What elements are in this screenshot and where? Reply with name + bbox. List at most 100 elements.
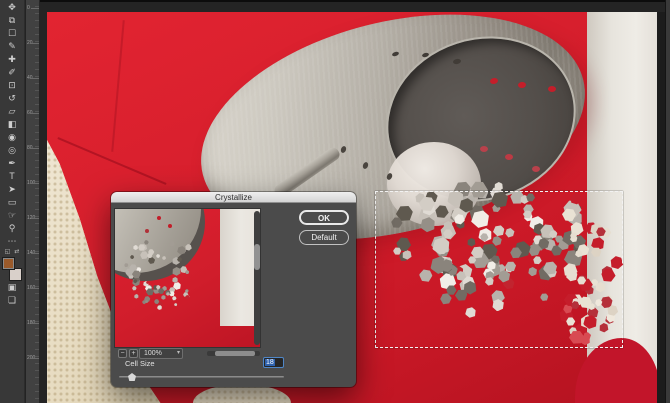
crystal-tile xyxy=(143,295,151,303)
path-selection-tool[interactable]: ➤ xyxy=(0,183,25,196)
crystal-tile xyxy=(166,292,171,297)
zoom-level-value: 100% xyxy=(144,350,162,357)
tool-bar: ✥⧉☐✎✚✐⊡↺▱◧◉◎✒T➤▭☞⚲⋯ ◱ ⇄ ▣ ❏ xyxy=(0,0,25,403)
crystal-tile xyxy=(132,285,138,291)
brush-tool[interactable]: ✐ xyxy=(0,66,25,79)
dodge-tool[interactable]: ◎ xyxy=(0,144,25,157)
crystal-tile xyxy=(185,290,189,294)
pen-tool[interactable]: ✒ xyxy=(0,157,25,170)
crystal-tile xyxy=(184,294,190,300)
crystal-tile xyxy=(171,276,179,284)
ok-button[interactable]: OK xyxy=(299,210,349,225)
shade-hole-red xyxy=(532,166,540,172)
preview-hole-red xyxy=(157,216,161,220)
preview-vertical-scrollbar-thumb[interactable] xyxy=(254,244,260,270)
default-swatches-icon[interactable]: ◱ xyxy=(5,248,11,256)
ruler-tick xyxy=(31,43,39,44)
ruler-tick xyxy=(31,253,39,254)
blur-tool[interactable]: ◉ xyxy=(0,131,25,144)
hand-tool[interactable]: ☞ xyxy=(0,209,25,222)
crystal-tile xyxy=(153,298,160,305)
edit-toolbar-ellipsis[interactable]: ⋯ xyxy=(0,235,25,248)
panel-edge xyxy=(665,0,670,403)
cell-size-slider[interactable] xyxy=(119,372,284,382)
quick-mask-button[interactable]: ▣ xyxy=(0,281,25,294)
clone-stamp-tool[interactable]: ⊡ xyxy=(0,79,25,92)
canvas-left-gap xyxy=(40,12,47,403)
crystal-tile xyxy=(156,285,161,290)
crystal-tile xyxy=(152,286,161,295)
crystal-tile xyxy=(171,296,177,302)
crystal-tile xyxy=(157,287,165,295)
chevron-down-icon: ▾ xyxy=(177,349,180,358)
selection-marquee xyxy=(375,191,623,348)
gradient-tool[interactable]: ◧ xyxy=(0,118,25,131)
crystal-tile xyxy=(145,288,154,297)
color-swatches xyxy=(1,257,23,281)
shade-hole-red xyxy=(505,154,513,160)
shade-hole-red xyxy=(480,146,488,152)
cell-size-value: 18 xyxy=(265,359,275,366)
swatch-mini-row: ◱ ⇄ xyxy=(5,248,20,256)
cell-size-input[interactable]: 18 xyxy=(263,357,284,368)
crystal-tile xyxy=(160,294,167,301)
preview-hole-red xyxy=(145,229,149,233)
zoom-in-button[interactable]: + xyxy=(129,349,138,358)
eyedropper-tool[interactable]: ✎ xyxy=(0,40,25,53)
shade-hole-red xyxy=(548,86,556,92)
ruler-tick xyxy=(31,288,39,289)
crystal-tile xyxy=(163,289,171,297)
shape-tool[interactable]: ▭ xyxy=(0,196,25,209)
screen-mode-button[interactable]: ❏ xyxy=(0,294,25,307)
canvas-top-strip xyxy=(40,0,670,12)
canvas-right-gap xyxy=(657,12,665,403)
preview-horizontal-scrollbar-thumb[interactable] xyxy=(215,351,255,356)
cell-size-slider-thumb[interactable] xyxy=(128,373,136,381)
preview-hole-red xyxy=(168,224,172,228)
crystal-tile xyxy=(173,302,177,306)
preview-vertical-scrollbar[interactable] xyxy=(254,211,260,345)
cell-size-slider-track xyxy=(119,376,284,378)
ruler-tick xyxy=(31,8,39,9)
crystal-tile xyxy=(172,280,183,291)
dialog-title[interactable]: Crystallize xyxy=(111,192,356,203)
healing-brush-tool[interactable]: ✚ xyxy=(0,53,25,66)
ruler-label: 0 xyxy=(27,5,30,11)
ruler-tick xyxy=(31,113,39,114)
crystallize-dialog: Crystallize − + 100% ▾ Cell Size 18 xyxy=(111,192,356,387)
crystal-tile xyxy=(185,269,191,275)
ruler-tick xyxy=(31,183,39,184)
filter-preview[interactable] xyxy=(114,208,261,348)
crystal-tile xyxy=(146,284,153,291)
crystal-tile xyxy=(182,291,189,298)
preview-horizontal-scrollbar[interactable] xyxy=(207,351,260,356)
crystal-tile xyxy=(161,285,168,292)
eraser-tool[interactable]: ▱ xyxy=(0,105,25,118)
marquee-tool[interactable]: ☐ xyxy=(0,27,25,40)
vertical-ruler: 020406080100120140160180200 xyxy=(26,0,40,403)
crystal-tile xyxy=(152,284,159,291)
ruler-tick xyxy=(31,218,39,219)
type-tool[interactable]: T xyxy=(0,170,25,183)
zoom-out-button[interactable]: − xyxy=(118,349,127,358)
crystal-tile xyxy=(156,300,164,308)
crystal-tile xyxy=(141,299,147,305)
zoom-level-dropdown[interactable]: 100% ▾ xyxy=(139,348,183,359)
crystal-tile xyxy=(185,289,189,293)
crystal-tile xyxy=(168,286,176,294)
crystal-tile xyxy=(186,295,190,299)
crop-tool[interactable]: ⧉ xyxy=(0,14,25,27)
zoom-tool[interactable]: ⚲ xyxy=(0,222,25,235)
move-tool[interactable]: ✥ xyxy=(0,1,25,14)
ruler-tick xyxy=(31,323,39,324)
swap-swatches-icon[interactable]: ⇄ xyxy=(14,248,19,256)
crystal-tile xyxy=(147,288,153,294)
default-button[interactable]: Default xyxy=(299,230,349,245)
crystal-tile xyxy=(156,304,163,311)
crystal-tile xyxy=(144,285,152,293)
history-brush-tool[interactable]: ↺ xyxy=(0,92,25,105)
ruler-tick xyxy=(31,148,39,149)
photoshop-window: ✥⧉☐✎✚✐⊡↺▱◧◉◎✒T➤▭☞⚲⋯ ◱ ⇄ ▣ ❏ 020406080100… xyxy=(0,0,670,403)
ruler-tick xyxy=(31,78,39,79)
foreground-color-swatch[interactable] xyxy=(2,257,15,270)
